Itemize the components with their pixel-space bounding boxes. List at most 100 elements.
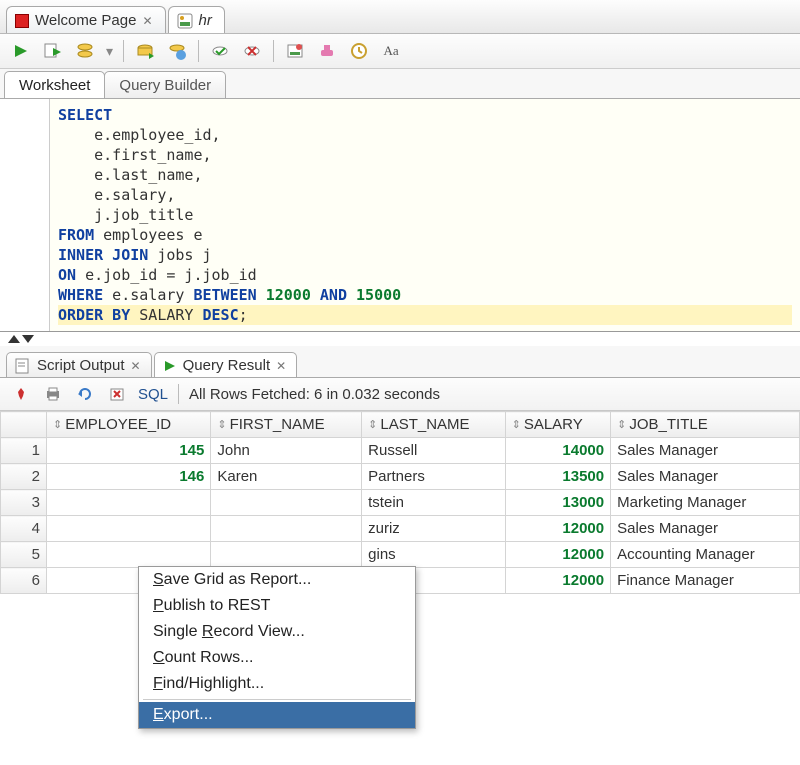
col-label: JOB_TITLE xyxy=(629,416,707,433)
editor-content[interactable]: SELECT e.employee_id, e.first_name, e.la… xyxy=(50,99,800,331)
table-row[interactable]: 5gins12000Accounting Manager xyxy=(1,542,800,568)
triangle-up-icon[interactable] xyxy=(8,335,20,343)
menu-underline: E xyxy=(153,706,164,723)
sort-icon: ⇕ xyxy=(217,418,226,431)
cell: 145 xyxy=(47,438,211,464)
separator xyxy=(123,40,124,62)
col-first-name[interactable]: ⇕ FIRST_NAME xyxy=(211,412,362,438)
cell: Sales Manager xyxy=(611,516,800,542)
menu-label: ount Rows... xyxy=(165,649,254,666)
tab-label: hr xyxy=(199,12,212,29)
sort-icon: ⇕ xyxy=(512,418,521,431)
code: e.employee_id, xyxy=(58,126,221,144)
clear-button[interactable] xyxy=(316,40,338,62)
rollback-button[interactable] xyxy=(209,40,231,62)
cell: Russell xyxy=(362,438,505,464)
col-last-name[interactable]: ⇕LAST_NAME xyxy=(362,412,505,438)
menu-underline: R xyxy=(202,623,214,640)
tab-worksheet[interactable]: Worksheet xyxy=(4,71,105,98)
menu-find-highlight[interactable]: Find/Highlight... xyxy=(139,671,415,697)
cell: Sales Manager xyxy=(611,438,800,464)
rownum: 1 xyxy=(1,438,47,464)
kw: ORDER BY xyxy=(58,306,130,324)
close-icon[interactable]: ✕ xyxy=(276,359,286,373)
code: ; xyxy=(239,306,248,324)
commit-button[interactable] xyxy=(166,40,188,62)
menu-publish-rest[interactable]: Publish to REST xyxy=(139,593,415,619)
autotrace-button[interactable] xyxy=(134,40,156,62)
col-job-title[interactable]: ⇕JOB_TITLE xyxy=(611,412,800,438)
table-row[interactable]: 3tstein13000Marketing Manager xyxy=(1,490,800,516)
close-icon[interactable]: ✕ xyxy=(142,14,152,28)
kw: AND xyxy=(311,286,356,304)
cell xyxy=(47,542,211,568)
run-script-button[interactable] xyxy=(42,40,64,62)
menu-separator xyxy=(143,699,411,700)
menu-count-rows[interactable]: Count Rows... xyxy=(139,645,415,671)
menu-single-record[interactable]: Single Record View... xyxy=(139,619,415,645)
worksheet-tabs: Worksheet Query Builder xyxy=(0,69,800,99)
menu-underline: C xyxy=(153,649,165,666)
cell: Partners xyxy=(362,464,505,490)
cell: 146 xyxy=(47,464,211,490)
cell xyxy=(211,490,362,516)
cell: John xyxy=(211,438,362,464)
menu-save-grid[interactable]: Save Grid as Report... xyxy=(139,567,415,593)
menu-label: ublish to REST xyxy=(164,597,271,614)
case-button[interactable]: Aa xyxy=(380,40,402,62)
rownum: 2 xyxy=(1,464,47,490)
col-employee-id[interactable]: ⇕EMPLOYEE_ID xyxy=(47,412,211,438)
cell: 12000 xyxy=(505,568,611,594)
oracle-icon xyxy=(15,14,29,28)
close-icon[interactable]: ✕ xyxy=(131,359,141,373)
code: SALARY xyxy=(130,306,202,324)
tab-query-result[interactable]: Query Result ✕ xyxy=(154,352,298,377)
run-button[interactable] xyxy=(10,40,32,62)
print-button[interactable] xyxy=(42,383,64,405)
pin-button[interactable] xyxy=(10,383,32,405)
unshared-button[interactable] xyxy=(241,40,263,62)
tab-script-output[interactable]: Script Output ✕ xyxy=(6,352,152,377)
sql-tuning-button[interactable] xyxy=(284,40,306,62)
table-row[interactable]: 1145JohnRussell14000Sales Manager xyxy=(1,438,800,464)
script-icon xyxy=(15,358,31,374)
code: e.first_name, xyxy=(58,146,212,164)
cell: Sales Manager xyxy=(611,464,800,490)
tab-hr[interactable]: hr xyxy=(168,6,225,33)
kw: DESC xyxy=(203,306,239,324)
explain-plan-button[interactable] xyxy=(74,40,96,62)
cell: 13500 xyxy=(505,464,611,490)
delete-button[interactable] xyxy=(106,383,128,405)
code: e.salary, xyxy=(58,186,175,204)
code: e.job_id = j.job_id xyxy=(76,266,257,284)
menu-label: ecord View... xyxy=(213,623,304,640)
tab-welcome-page[interactable]: Welcome Page ✕ xyxy=(6,6,166,33)
cell: 12000 xyxy=(505,542,611,568)
col-salary[interactable]: ⇕SALARY xyxy=(505,412,611,438)
table-row[interactable]: 4zuriz12000Sales Manager xyxy=(1,516,800,542)
table-row[interactable]: 2146KarenPartners13500Sales Manager xyxy=(1,464,800,490)
tab-query-builder[interactable]: Query Builder xyxy=(104,71,226,98)
rownum-header xyxy=(1,412,47,438)
history-button[interactable] xyxy=(348,40,370,62)
menu-label: ind/Highlight... xyxy=(163,675,264,692)
sort-icon: ⇕ xyxy=(617,418,626,431)
separator xyxy=(178,384,179,404)
refresh-button[interactable] xyxy=(74,383,96,405)
cell xyxy=(47,516,211,542)
rownum: 5 xyxy=(1,542,47,568)
splitter-handles[interactable] xyxy=(0,332,800,346)
col-label: FIRST_NAME xyxy=(230,416,325,433)
cell xyxy=(211,516,362,542)
sql-link[interactable]: SQL xyxy=(138,386,168,403)
cell: Karen xyxy=(211,464,362,490)
num: 15000 xyxy=(356,286,401,304)
result-toolbar: SQL All Rows Fetched: 6 in 0.032 seconds xyxy=(0,378,800,411)
play-icon xyxy=(163,359,177,373)
cell: Finance Manager xyxy=(611,568,800,594)
menu-export[interactable]: Export... xyxy=(139,702,415,728)
main-toolbar: ▾ Aa xyxy=(0,34,800,69)
rownum: 4 xyxy=(1,516,47,542)
kw: ON xyxy=(58,266,76,284)
triangle-down-icon[interactable] xyxy=(22,335,34,343)
